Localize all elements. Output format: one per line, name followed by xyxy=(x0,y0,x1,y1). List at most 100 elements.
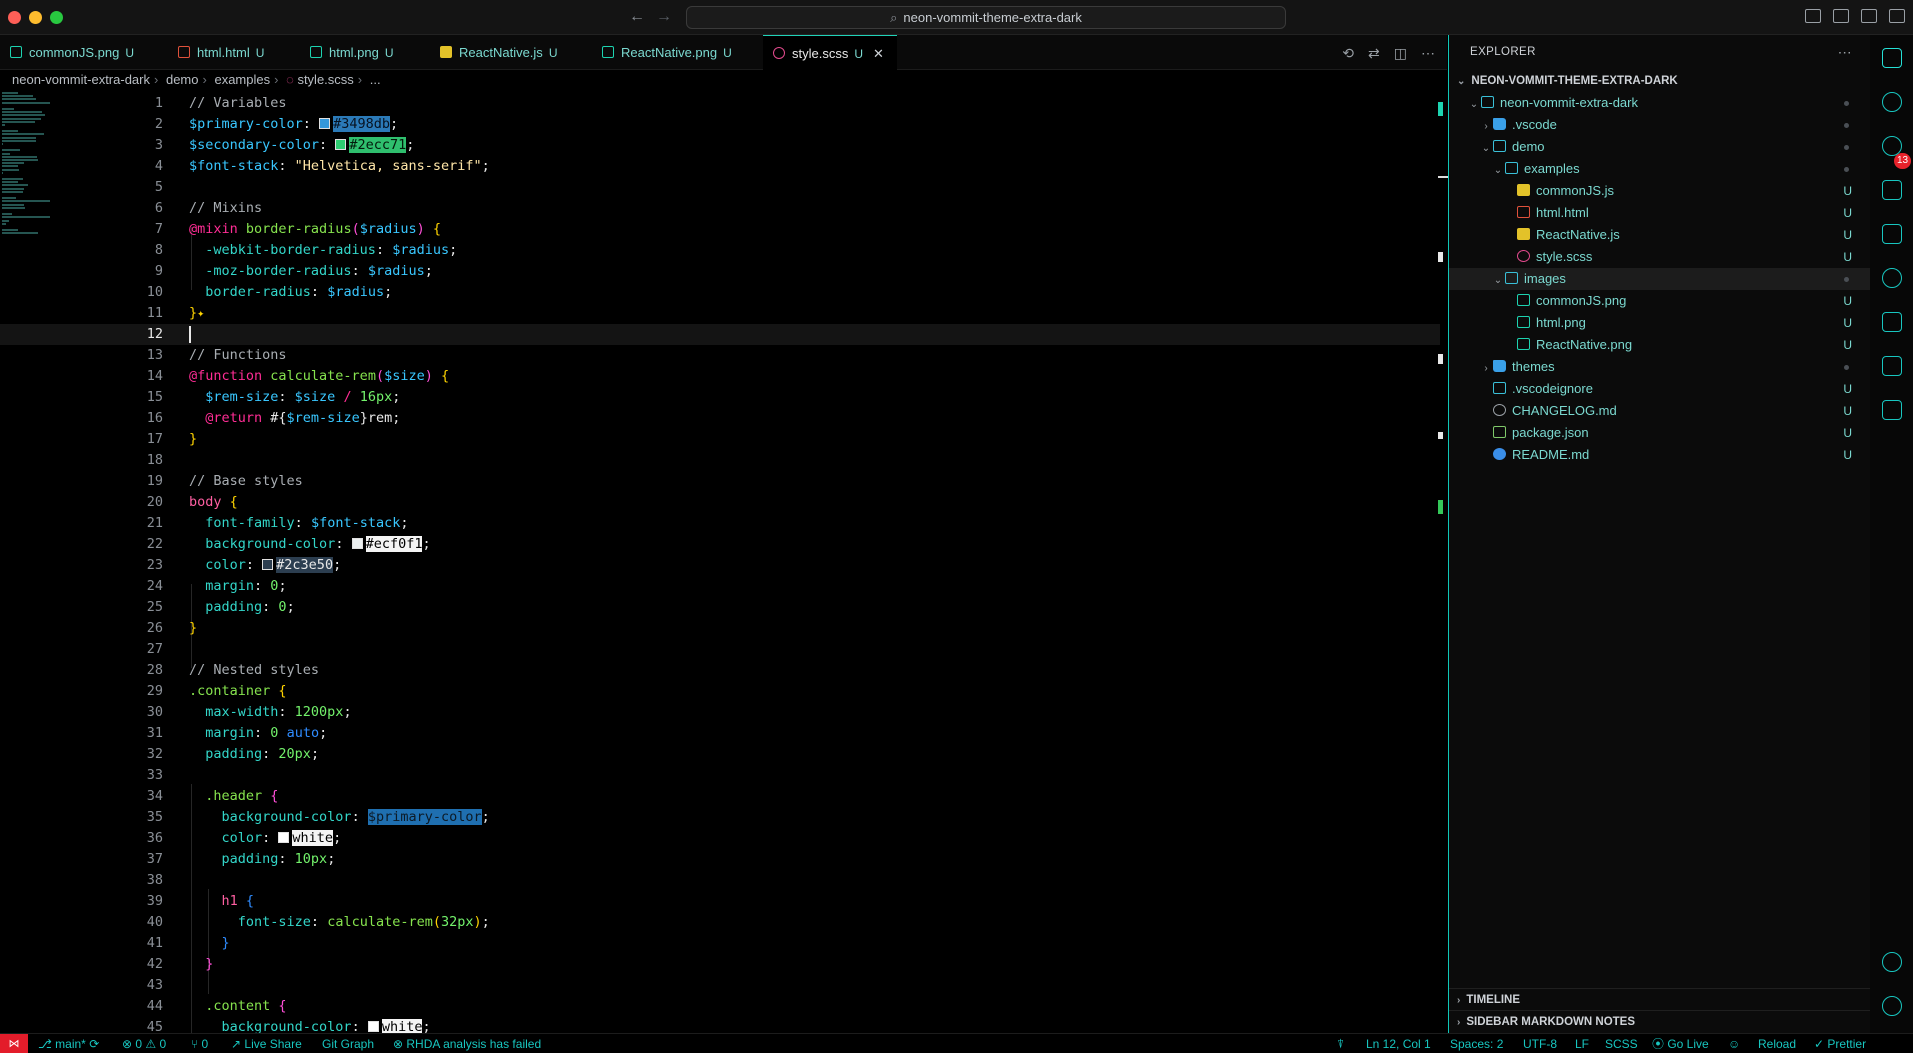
code-line[interactable]: 29 .container { xyxy=(0,681,1440,702)
problems-indicator[interactable]: ⊗ 0 ⚠ 0 xyxy=(122,1034,166,1053)
remote-explorer-icon[interactable] xyxy=(1882,268,1902,288)
tab-reactnative-png[interactable]: ReactNative.png U xyxy=(592,35,762,70)
end-of-line[interactable]: LF xyxy=(1575,1034,1589,1053)
language-mode[interactable]: SCSS xyxy=(1605,1034,1638,1053)
tab-commonjs-png[interactable]: commonJS.png U xyxy=(0,35,166,70)
code-line[interactable]: 37 padding: 10px; xyxy=(0,849,1440,870)
tree-folder[interactable]: ⌄ images xyxy=(1449,268,1870,290)
color-swatch[interactable] xyxy=(367,1021,379,1032)
tree-file[interactable]: package.json U xyxy=(1449,422,1870,444)
code-line[interactable]: 20 body { xyxy=(0,492,1440,513)
extensions-icon[interactable] xyxy=(1882,224,1902,244)
tree-file[interactable]: html.html U xyxy=(1449,202,1870,224)
remote-indicator-icon[interactable]: ⋈ xyxy=(0,1034,28,1053)
code-line[interactable]: 8 -webkit-border-radius: $radius; xyxy=(0,240,1440,261)
tab-style-scss[interactable]: style.scss U ✕ xyxy=(763,35,897,70)
tree-file[interactable]: commonJS.js U xyxy=(1449,180,1870,202)
breadcrumb-item[interactable]: examples xyxy=(214,72,270,87)
code-line[interactable]: 3 $secondary-color: #2ecc71; xyxy=(0,135,1440,156)
code-line[interactable]: 32 padding: 20px; xyxy=(0,744,1440,765)
account-icon[interactable] xyxy=(1882,952,1902,972)
forward-arrow-icon[interactable]: → xyxy=(656,8,672,26)
code-line[interactable]: 12 xyxy=(0,324,1440,345)
tree-file[interactable]: style.scss U xyxy=(1449,246,1870,268)
tab-html-html[interactable]: html.html U xyxy=(168,35,302,70)
customize-layout-icon[interactable] xyxy=(1889,9,1905,23)
close-tab-icon[interactable]: ✕ xyxy=(873,46,884,61)
workspace-root[interactable]: ⌄ NEON-VOMMIT-THEME-EXTRA-DARK xyxy=(1449,70,1870,92)
open-changes-icon[interactable]: ⇄ xyxy=(1368,45,1380,62)
code-line[interactable]: 27 xyxy=(0,639,1440,660)
code-line[interactable]: 44 .content { xyxy=(0,996,1440,1017)
code-line[interactable]: 34 .header { xyxy=(0,786,1440,807)
code-line[interactable]: 5 xyxy=(0,177,1440,198)
go-live-button[interactable]: ⦿ Go Live xyxy=(1652,1034,1709,1053)
tree-file[interactable]: commonJS.png U xyxy=(1449,290,1870,312)
code-line[interactable]: 25 padding: 0; xyxy=(0,597,1440,618)
code-line[interactable]: 14 @function calculate-rem($size) { xyxy=(0,366,1440,387)
code-line[interactable]: 40 font-size: calculate-rem(32px); xyxy=(0,912,1440,933)
breadcrumb-symbol[interactable]: ... xyxy=(370,72,381,87)
code-line[interactable]: 26} xyxy=(0,618,1440,639)
breadcrumb-item[interactable]: neon-vommit-extra-dark xyxy=(12,72,150,87)
code-line[interactable]: 6 // Mixins xyxy=(0,198,1440,219)
toggle-secondary-sidebar-icon[interactable] xyxy=(1861,9,1877,23)
sidebar-markdown-notes-section[interactable]: › SIDEBAR MARKDOWN NOTES xyxy=(1449,1010,1871,1032)
docker-icon[interactable] xyxy=(1882,356,1902,376)
cursor-position[interactable]: Ln 12, Col 1 xyxy=(1366,1034,1431,1053)
tree-file[interactable]: CHANGELOG.md U xyxy=(1449,400,1870,422)
reload-button[interactable]: Reload xyxy=(1758,1034,1796,1053)
code-line[interactable]: 38 xyxy=(0,870,1440,891)
tree-folder[interactable]: ⌄ demo xyxy=(1449,136,1870,158)
split-editor-icon[interactable]: ◫ xyxy=(1394,45,1407,62)
tree-folder[interactable]: › themes xyxy=(1449,356,1870,378)
back-arrow-icon[interactable]: ← xyxy=(629,8,645,26)
tree-file[interactable]: ReactNative.js U xyxy=(1449,224,1870,246)
git-graph-icon[interactable] xyxy=(1882,312,1902,332)
code-line[interactable]: 22 background-color: #ecf0f1; xyxy=(0,534,1440,555)
settings-gear-icon[interactable] xyxy=(1882,996,1902,1016)
timeline-section[interactable]: › TIMELINE xyxy=(1449,988,1871,1010)
code-line[interactable]: 17} xyxy=(0,429,1440,450)
code-line[interactable]: 35 background-color: $primary-color; xyxy=(0,807,1440,828)
tree-file[interactable]: html.png U xyxy=(1449,312,1870,334)
tree-file[interactable]: .vscodeignore U xyxy=(1449,378,1870,400)
ports-indicator[interactable]: ⑂ 0 xyxy=(191,1034,208,1053)
color-swatch[interactable] xyxy=(262,559,274,570)
chat-icon[interactable] xyxy=(1882,400,1902,420)
close-window-button[interactable] xyxy=(8,11,21,24)
prettier-button[interactable]: ✓ Prettier xyxy=(1814,1034,1866,1053)
code-line[interactable]: 2 $primary-color: #3498db; xyxy=(0,114,1440,135)
code-line[interactable]: 16 @return #{$rem-size}rem; xyxy=(0,408,1440,429)
command-center-search[interactable]: ⌕ neon-vommit-theme-extra-dark xyxy=(686,6,1286,29)
code-line[interactable]: 11}✦ xyxy=(0,303,1440,324)
code-line[interactable]: 42 } xyxy=(0,954,1440,975)
zoom-window-button[interactable] xyxy=(50,11,63,24)
git-graph-button[interactable]: Git Graph xyxy=(322,1034,374,1053)
timeline-history-icon[interactable]: ⟲ xyxy=(1342,45,1354,62)
encoding[interactable]: UTF-8 xyxy=(1523,1034,1557,1053)
color-swatch[interactable] xyxy=(351,538,363,549)
minimize-window-button[interactable] xyxy=(29,11,42,24)
toggle-panel-icon[interactable] xyxy=(1833,9,1849,23)
code-line[interactable]: 21 font-family: $font-stack; xyxy=(0,513,1440,534)
code-line[interactable]: 10 border-radius: $radius; xyxy=(0,282,1440,303)
breadcrumb-item[interactable]: demo xyxy=(166,72,199,87)
code-line[interactable]: 28 // Nested styles xyxy=(0,660,1440,681)
branch-indicator[interactable]: ⎇ main* ⟳ xyxy=(38,1034,99,1053)
editor-scrollbar[interactable] xyxy=(1438,92,1450,1032)
more-actions-icon[interactable]: ⋯ xyxy=(1838,35,1852,70)
tree-folder[interactable]: ⌄ neon-vommit-extra-dark xyxy=(1449,92,1870,114)
code-line[interactable]: 41 } xyxy=(0,933,1440,954)
code-line[interactable]: 33 xyxy=(0,765,1440,786)
code-line[interactable]: 13 // Functions xyxy=(0,345,1440,366)
run-debug-icon[interactable] xyxy=(1882,180,1902,200)
breadcrumb-item[interactable]: style.scss xyxy=(297,72,353,87)
code-line[interactable]: 1 // Variables xyxy=(0,93,1440,114)
search-icon[interactable] xyxy=(1882,92,1902,112)
code-line[interactable]: 4 $font-stack: "Helvetica, sans-serif"; xyxy=(0,156,1440,177)
code-line[interactable]: 23 color: #2c3e50; xyxy=(0,555,1440,576)
live-share-button[interactable]: ↗ Live Share xyxy=(231,1034,302,1053)
tab-reactnative-js[interactable]: ReactNative.js U xyxy=(430,35,594,70)
color-swatch[interactable] xyxy=(319,118,331,129)
